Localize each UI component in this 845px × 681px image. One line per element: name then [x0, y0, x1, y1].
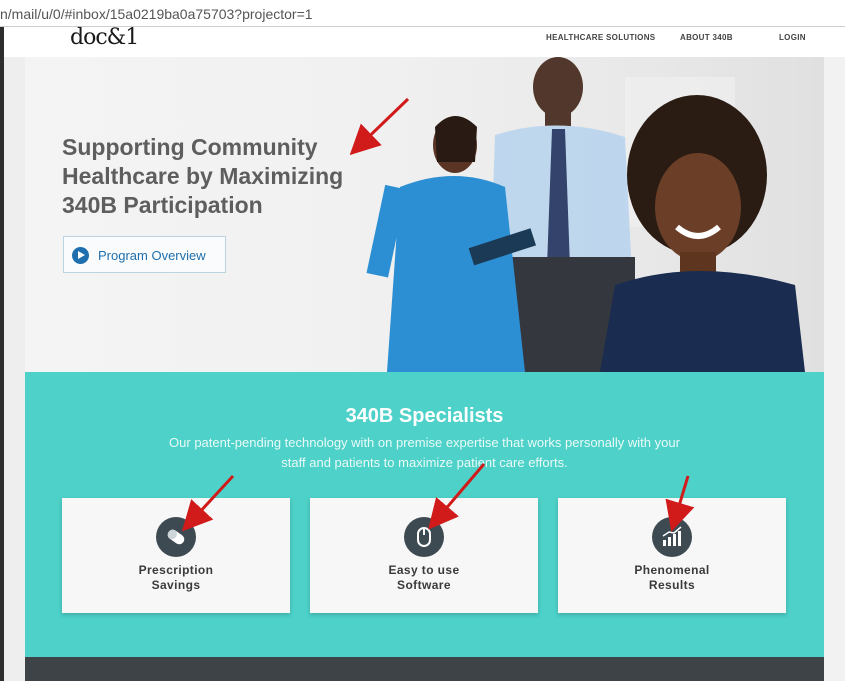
hero-headline-line-2: Healthcare by Maximizing [62, 163, 344, 189]
nav-healthcare-solutions[interactable]: HEALTHCARE SOLUTIONS [546, 33, 655, 42]
specialists-subtitle: Our patent-pending technology with on pr… [155, 433, 694, 473]
site-header: doc&1 HEALTHCARE SOLUTIONS ABOUT 340B LO… [4, 25, 845, 57]
card-label-prescription-savings: Prescription Savings [138, 563, 214, 592]
hero-section: Supporting Community Healthcare by Maxim… [25, 57, 824, 372]
browser-url-bar[interactable]: n/mail/u/0/#inbox/15a0219ba0a75703?proje… [0, 0, 845, 27]
mouse-icon [404, 517, 444, 557]
specialists-section: 340B Specialists Our patent-pending tech… [25, 372, 824, 657]
hero-headline: Supporting Community Healthcare by Maxim… [62, 133, 402, 220]
program-overview-label: Program Overview [98, 248, 206, 263]
program-overview-button[interactable]: Program Overview [63, 236, 226, 273]
nav-about-340b[interactable]: ABOUT 340B [680, 33, 733, 42]
specialists-subtitle-line-2: staff and patients to maximize patient c… [281, 455, 568, 470]
site-logo[interactable]: doc&1 [70, 25, 139, 50]
card-easy-software[interactable]: Easy to use Software [310, 498, 538, 613]
url-text: n/mail/u/0/#inbox/15a0219ba0a75703?proje… [0, 6, 313, 22]
specialists-title: 340B Specialists [345, 405, 504, 427]
specialists-subtitle-line-1: Our patent-pending technology with on pr… [169, 435, 680, 450]
footer-band [25, 657, 824, 681]
page-right-margin [824, 27, 845, 681]
hero-headline-line-1: Supporting Community [62, 134, 318, 160]
card-phenomenal-results[interactable]: Phenomenal Results [558, 498, 786, 613]
nav-login[interactable]: LOGIN [779, 33, 806, 42]
hero-headline-line-3: 340B Participation [62, 192, 263, 218]
growth-chart-icon [652, 517, 692, 557]
card-label-phenomenal-results: Phenomenal Results [634, 563, 710, 592]
card-label-easy-software: Easy to use Software [388, 563, 460, 592]
pill-icon [156, 517, 196, 557]
card-prescription-savings[interactable]: Prescription Savings [62, 498, 290, 613]
page-left-margin [4, 27, 25, 681]
play-icon [72, 247, 89, 264]
